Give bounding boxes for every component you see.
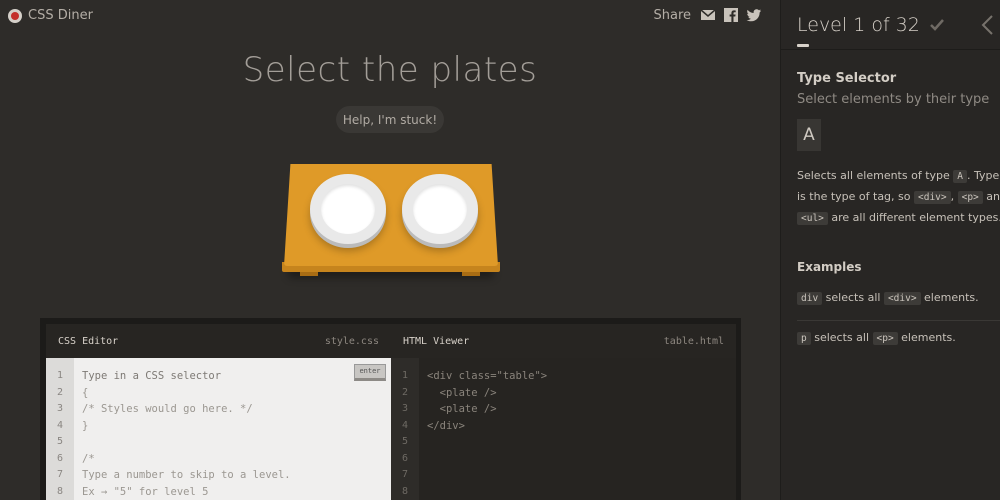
examples-title: Examples [797, 260, 862, 274]
facebook-icon[interactable] [723, 7, 739, 23]
level-progress [797, 44, 809, 47]
html-file-name: table.html [663, 335, 724, 347]
logo-icon [8, 8, 22, 23]
selector-syntax: A [797, 119, 821, 151]
html-viewer-header: HTML Viewer table.html [391, 324, 736, 358]
html-viewer: HTML Viewer table.html 1 2 3 4 5 6 7 8 <… [391, 324, 736, 500]
html-viewer-title: HTML Viewer [403, 335, 470, 347]
share-label: Share [653, 7, 691, 23]
share-bar: Share [653, 7, 762, 23]
html-viewer-body: 1 2 3 4 5 6 7 8 <div class="table"> <pla… [391, 358, 736, 500]
selector-hint: Selects all elements of type A. Type is … [797, 169, 1000, 225]
example-divider [797, 320, 1000, 321]
css-code[interactable]: Type in a CSS selector{ /* Styles would … [74, 358, 291, 500]
level-header[interactable]: Level 1 of 32 [781, 0, 1000, 50]
selector-name: Type Selector [797, 71, 897, 86]
app-name: CSS Diner [28, 8, 93, 23]
example-item: div selects all <div> elements. [797, 291, 979, 305]
css-editor-header: CSS Editor style.css [46, 324, 391, 358]
level-instruction: Select the plates [242, 50, 538, 90]
sidebar: Level 1 of 32 Type Selector Select eleme… [780, 0, 1000, 500]
code-tag: A [953, 170, 968, 183]
enter-button[interactable]: enter [354, 364, 386, 381]
code-tag: <ul> [797, 212, 828, 225]
editor-panel: CSS Editor style.css 1 2 3 4 5 6 7 8 Typ… [40, 318, 741, 500]
plate[interactable] [402, 174, 478, 244]
example-item: p selects all <p> elements. [797, 331, 956, 345]
code-tag: <div> [914, 191, 951, 204]
css-editor-title: CSS Editor [58, 335, 119, 347]
level-indicator: Level 1 of 32 [797, 13, 920, 36]
check-icon [929, 18, 944, 31]
line-numbers: 1 2 3 4 5 6 7 8 [46, 358, 74, 500]
html-code[interactable]: <div class="table"> <plate /> <plate /> … [419, 358, 547, 500]
css-file-name: style.css [324, 335, 379, 347]
app-logo[interactable]: CSS Diner [8, 8, 93, 23]
table-scene [282, 162, 500, 280]
selector-description: Select elements by their type [797, 92, 990, 107]
help-button[interactable]: Help, I'm stuck! [336, 106, 444, 133]
line-numbers: 1 2 3 4 5 6 7 8 [391, 358, 419, 500]
css-editor: CSS Editor style.css 1 2 3 4 5 6 7 8 Typ… [46, 324, 391, 500]
code-tag: <p> [957, 191, 983, 204]
css-editor-body[interactable]: 1 2 3 4 5 6 7 8 Type in a CSS selector{ … [46, 358, 391, 500]
plate[interactable] [310, 174, 386, 244]
css-code-lines: { /* Styles would go here. */ } /* Type … [82, 386, 291, 498]
chevron-left-icon[interactable] [980, 14, 994, 36]
twitter-icon[interactable] [746, 7, 762, 23]
top-bar: CSS Diner Share [0, 0, 780, 32]
mail-icon[interactable] [700, 7, 716, 23]
css-input[interactable]: Type in a CSS selector [82, 368, 291, 385]
